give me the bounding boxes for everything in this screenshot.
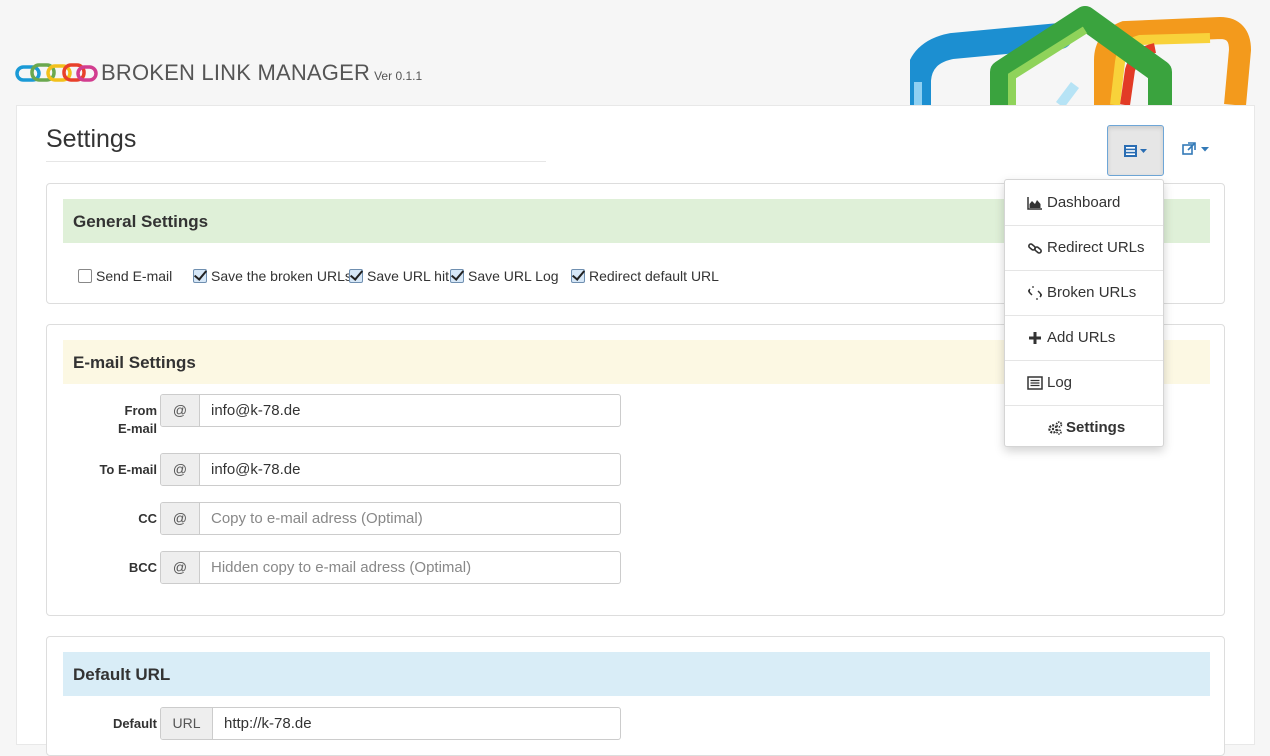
title-divider (46, 161, 546, 162)
at-addon: @ (161, 552, 200, 583)
bcc-label: BCC (128, 560, 157, 575)
to-email-input[interactable] (199, 454, 620, 485)
default-url-row: Default URL (47, 707, 647, 740)
redirect-default-url-checkbox[interactable]: Redirect default URL (571, 268, 719, 284)
nav-dropdown-menu: Dashboard Redirect URLs Broken URLs Add … (1004, 179, 1164, 447)
cc-group: @ (160, 502, 621, 535)
cogs-icon (1048, 421, 1063, 435)
area-chart-icon (1027, 197, 1042, 210)
menu-item-add-urls[interactable]: Add URLs (1005, 315, 1163, 361)
bcc-row: BCC @ (47, 551, 647, 584)
menu-item-log[interactable]: Log (1005, 360, 1163, 406)
checkbox-label: Redirect default URL (589, 268, 719, 284)
menu-list-icon (1124, 145, 1147, 157)
from-email-label: From E-mail (117, 403, 157, 436)
menu-item-label: Broken URLs (1047, 284, 1137, 301)
default-url-heading: Default URL (63, 652, 1210, 696)
checkbox-box[interactable] (571, 269, 585, 283)
url-addon: URL (161, 708, 213, 739)
cc-row: CC @ (47, 502, 647, 535)
plus-icon (1029, 332, 1041, 344)
menu-item-label: Dashboard (1047, 194, 1121, 211)
send-email-checkbox[interactable]: Send E-mail (78, 268, 172, 284)
bcc-input[interactable] (199, 552, 620, 583)
checkbox-box[interactable] (349, 269, 363, 283)
default-url-label: Default (112, 716, 157, 731)
app-title: BROKEN LINK MANAGER Ver 0.1.1 (101, 60, 423, 85)
at-addon: @ (161, 503, 200, 534)
external-link-button[interactable] (1182, 142, 1212, 161)
link-icon (1028, 243, 1042, 254)
to-email-group: @ (160, 453, 621, 486)
at-addon: @ (161, 395, 200, 426)
app-version: Ver 0.1.1 (374, 69, 423, 83)
from-email-input[interactable] (199, 395, 620, 426)
default-url-group: URL (160, 707, 621, 740)
menu-toggle-button[interactable] (1107, 125, 1164, 176)
save-url-hit-checkbox[interactable]: Save URL hit (349, 268, 449, 284)
cc-input[interactable] (199, 503, 620, 534)
default-url-input[interactable] (212, 708, 620, 739)
app-header: BROKEN LINK MANAGER Ver 0.1.1 (0, 0, 1270, 105)
checkbox-label: Save the broken URLs (211, 268, 352, 284)
menu-item-dashboard[interactable]: Dashboard (1005, 180, 1163, 226)
chain-logo-icon (15, 63, 98, 82)
list-icon (1027, 376, 1043, 390)
decorative-chain-logo-icon (910, 6, 1252, 105)
from-email-row: From E-mail @ (47, 394, 647, 436)
checkbox-label: Send E-mail (96, 268, 173, 284)
menu-item-redirect-urls[interactable]: Redirect URLs (1005, 225, 1163, 271)
checkbox-label: Save URL Log (468, 268, 559, 284)
cc-label: CC (138, 511, 157, 526)
at-addon: @ (161, 454, 200, 485)
save-url-log-checkbox[interactable]: Save URL Log (450, 268, 559, 284)
checkbox-box[interactable] (78, 269, 92, 283)
checkbox-box[interactable] (450, 269, 464, 283)
menu-item-label: Redirect URLs (1047, 239, 1145, 256)
page-title: Settings (46, 125, 137, 153)
menu-item-label: Settings (1066, 419, 1126, 436)
external-link-icon (1182, 142, 1209, 155)
to-email-label: To E-mail (99, 462, 157, 477)
menu-item-broken-urls[interactable]: Broken URLs (1005, 270, 1163, 316)
default-url-card: Default URL Default URL (46, 636, 1225, 756)
bcc-group: @ (160, 551, 621, 584)
save-broken-urls-checkbox[interactable]: Save the broken URLs (193, 268, 352, 284)
checkbox-box[interactable] (193, 269, 207, 283)
broken-link-icon (1028, 286, 1042, 300)
menu-item-label: Add URLs (1047, 329, 1116, 346)
menu-item-label: Log (1047, 374, 1073, 391)
checkbox-label: Save URL hit (367, 268, 449, 284)
to-email-row: To E-mail @ (47, 453, 647, 486)
from-email-group: @ (160, 394, 621, 427)
menu-item-settings[interactable]: Settings (1005, 405, 1163, 450)
